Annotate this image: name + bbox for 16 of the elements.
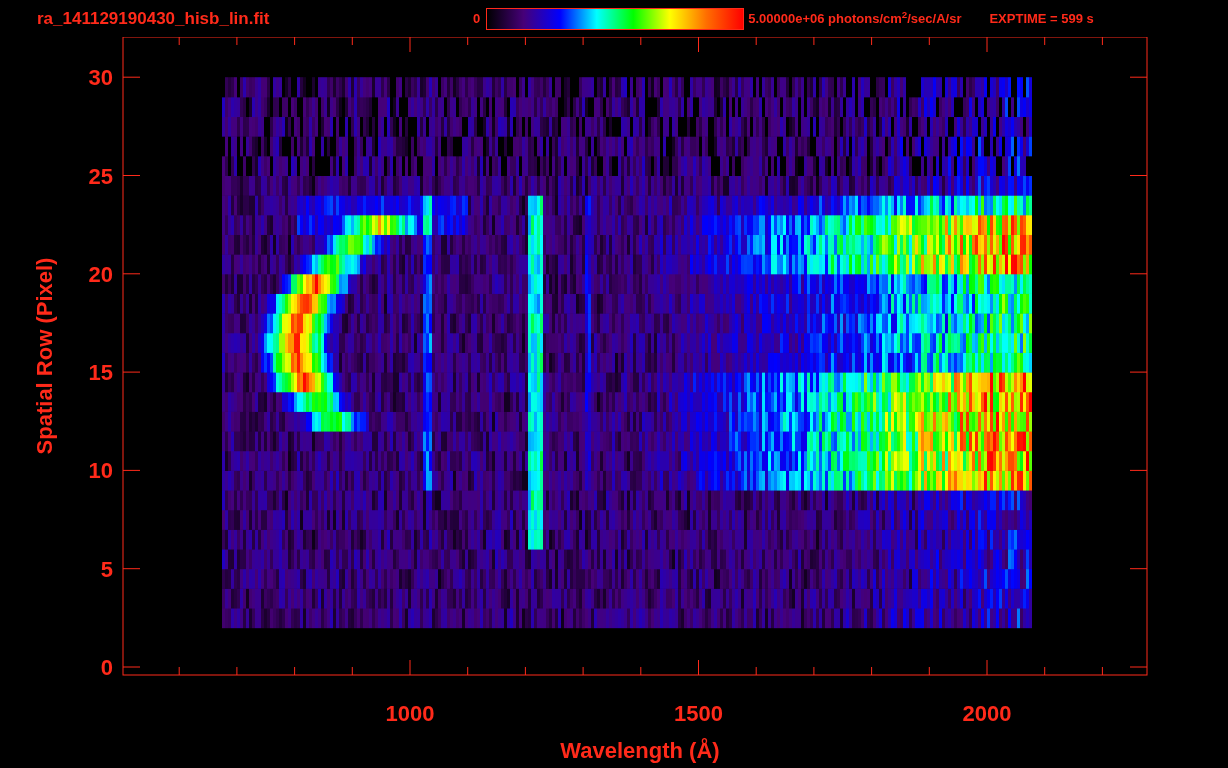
x-tick-label: 1000 <box>385 701 435 726</box>
exposure-time-label: EXPTIME = 599 s <box>989 9 1094 28</box>
y-tick-label: 5 <box>100 556 113 582</box>
file-title: ra_141129190430_hisb_lin.fit <box>37 7 271 30</box>
x-tick-label: 1500 <box>674 701 723 726</box>
y-tick-label: 10 <box>88 458 113 484</box>
colorbar-min-label: 0 <box>473 9 481 28</box>
colorbar-max-label: 5.00000e+06 photons/cm$^{2}$/sec/A/sr <box>748 8 962 28</box>
y-axis-title: Spatial Row (Pixel) <box>32 257 57 455</box>
y-tick-label: 25 <box>88 163 113 189</box>
y-tick-label: 0 <box>100 655 113 680</box>
x-tick-label: 2000 <box>962 701 1012 726</box>
y-tick-label: 30 <box>88 65 113 91</box>
y-tick-label: 15 <box>88 360 113 386</box>
y-tick-label: 20 <box>88 261 113 287</box>
x-axis-title: Wavelength (Å) <box>560 738 720 763</box>
